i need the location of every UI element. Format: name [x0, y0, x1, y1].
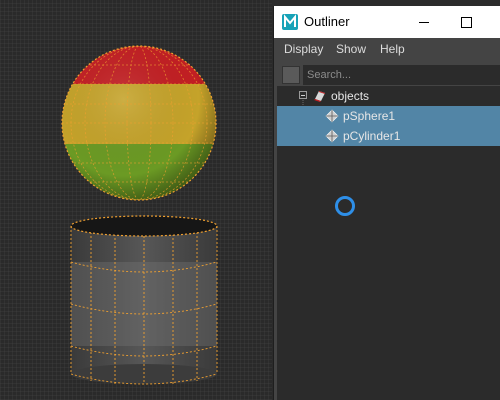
viewport-3d[interactable]	[0, 0, 272, 400]
maximize-button[interactable]	[446, 6, 486, 38]
menu-bar: Display Show Help	[274, 38, 500, 60]
menu-help[interactable]: Help	[380, 42, 405, 56]
window-title: Outliner	[304, 14, 350, 29]
search-row	[274, 64, 500, 86]
outliner-window: Outliner Display Show Help Search... obj…	[273, 6, 500, 400]
outliner-tree[interactable]: objects pSphere1 pCylinder1	[277, 86, 500, 400]
object-set-icon	[314, 91, 325, 102]
sphere-object[interactable]	[60, 44, 220, 204]
transform-node-icon	[325, 129, 339, 143]
minimize-button[interactable]	[404, 6, 444, 38]
transform-node-icon	[325, 109, 339, 123]
menu-show[interactable]: Show	[336, 42, 366, 56]
tree-item-label: pSphere1	[343, 109, 396, 123]
tree-item-label: pCylinder1	[343, 129, 401, 143]
filter-icon[interactable]	[282, 66, 300, 84]
tree-item-pcylinder1[interactable]: pCylinder1	[277, 126, 500, 146]
tree-item-label: objects	[331, 89, 370, 103]
cylinder-object[interactable]	[70, 215, 218, 385]
maximize-icon	[460, 16, 472, 28]
outliner-titlebar[interactable]: Outliner	[274, 6, 500, 38]
collapse-toggle-icon[interactable]	[299, 91, 307, 99]
tree-item-objects[interactable]: objects	[277, 86, 500, 106]
maya-logo-icon	[282, 14, 298, 30]
busy-cursor-icon	[335, 196, 355, 216]
viewport-scene	[60, 44, 220, 385]
tree-item-psphere1[interactable]: pSphere1	[277, 106, 500, 126]
minimize-icon	[419, 21, 429, 23]
search-input[interactable]	[303, 65, 500, 85]
menu-display[interactable]: Display	[284, 42, 323, 56]
